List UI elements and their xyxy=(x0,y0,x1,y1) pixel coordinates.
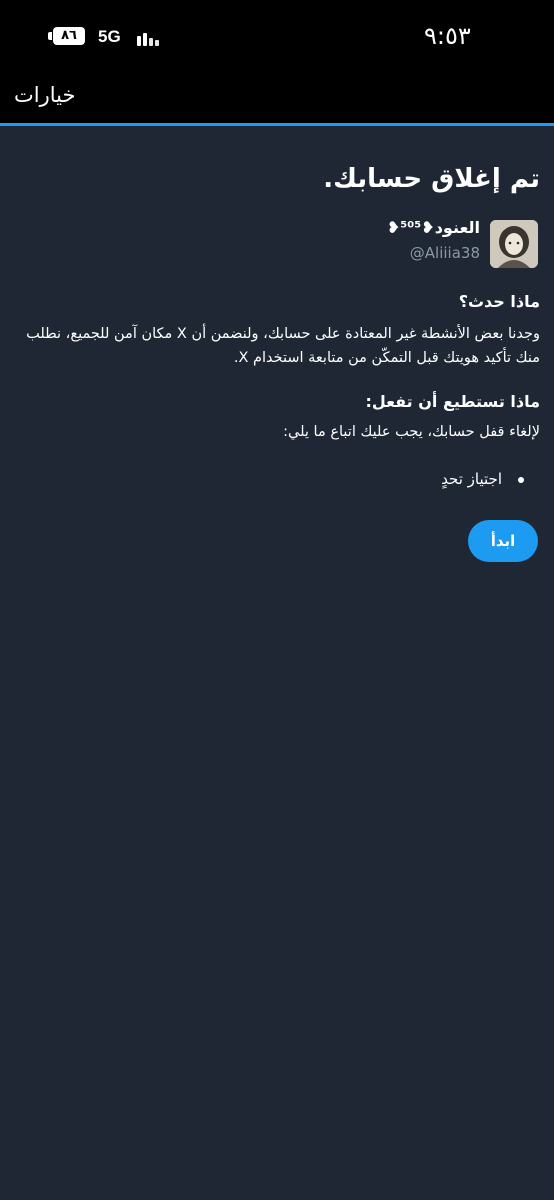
network-type: 5G xyxy=(98,27,121,46)
what-happened-text: وجدنا بعض الأنشطة غير المعتادة على حسابك… xyxy=(26,326,540,366)
what-you-can-do-heading: ماذا تستطيع أن تفعل: xyxy=(365,392,540,411)
user-handle: @Aliiia38 xyxy=(409,244,480,262)
battery-icon: ٨٦ xyxy=(53,27,85,45)
battery-tip xyxy=(48,32,52,40)
avatar xyxy=(490,220,538,268)
list-item: اجتياز تحدٍ xyxy=(441,470,524,488)
signal-icon xyxy=(137,30,163,46)
page-title: تم إغلاق حسابك. xyxy=(323,164,540,194)
step-label: اجتياز تحدٍ xyxy=(441,470,502,488)
bullet-icon xyxy=(518,476,524,483)
what-you-can-do-text: لإلغاء قفل حسابك، يجب عليك اتباع ما يلي: xyxy=(283,424,540,440)
status-time: ٩:٥٣ xyxy=(424,22,471,50)
options-link[interactable]: خيارات xyxy=(14,83,75,107)
user-display-name: العنود❥⁵⁰⁵❥ xyxy=(386,218,480,237)
start-button[interactable]: ابدأ xyxy=(468,520,538,562)
status-bar: ٨٦ 5G ٩:٥٣ xyxy=(0,0,554,75)
header-divider xyxy=(0,123,554,126)
what-happened-heading: ماذا حدث؟ xyxy=(458,292,540,311)
top-bar: خيارات xyxy=(0,75,554,123)
